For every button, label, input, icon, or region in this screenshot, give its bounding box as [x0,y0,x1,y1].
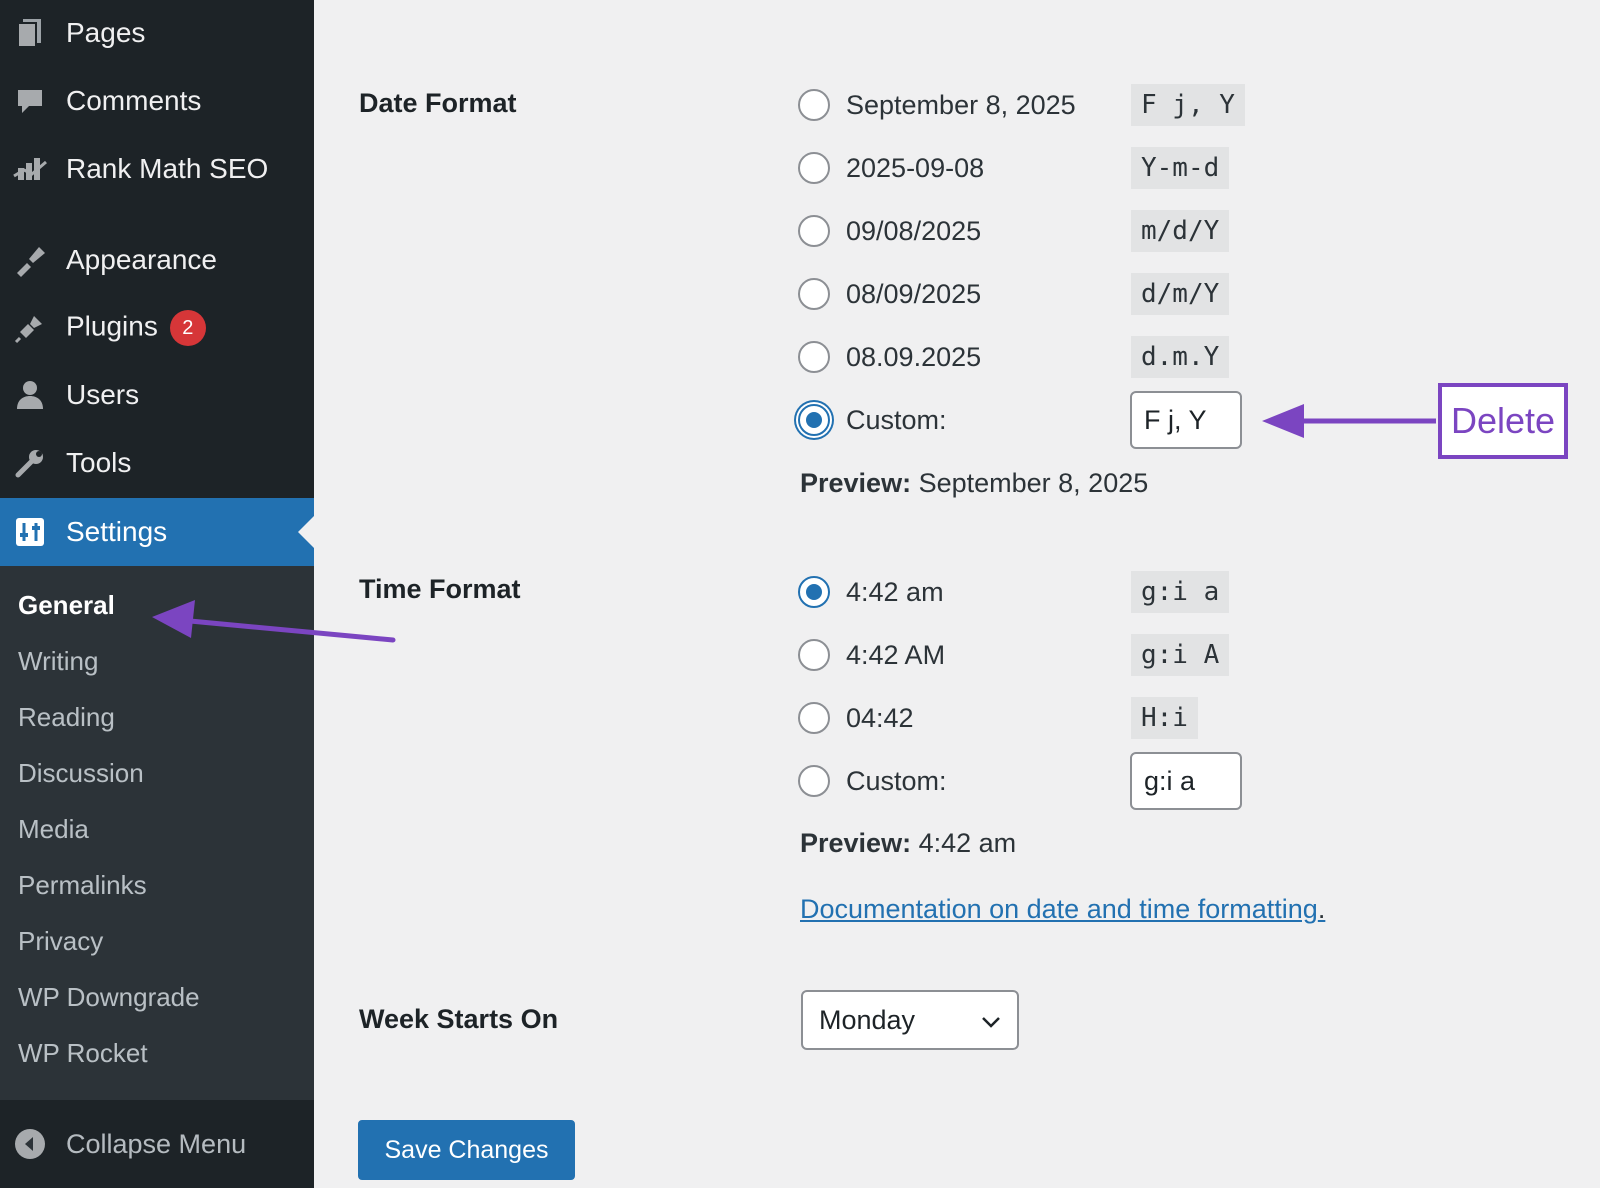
arrow-to-general-submenu [152,600,396,643]
arrow-to-custom-input [1262,404,1436,438]
delete-annotation: Delete [1438,383,1568,459]
delete-annotation-label: Delete [1450,400,1556,441]
annotation-arrows [152,404,1436,643]
